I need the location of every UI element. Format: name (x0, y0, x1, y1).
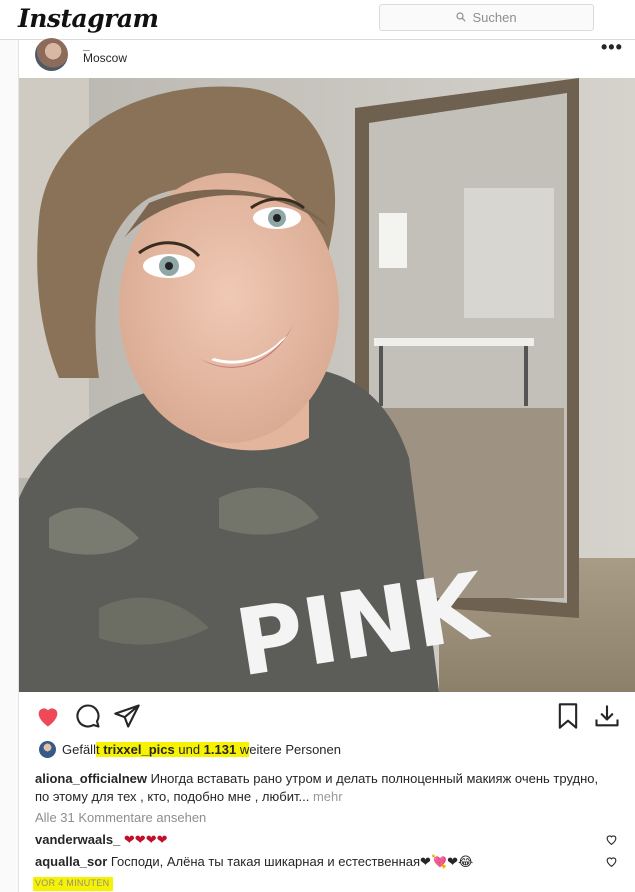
post-photo[interactable]: PINK (19, 78, 635, 692)
search-input[interactable]: Suchen (379, 4, 594, 31)
post-timestamp[interactable]: VOR 4 MINUTEN (33, 877, 114, 891)
comment-username[interactable]: vanderwaals_ (35, 832, 120, 847)
caption-username[interactable]: aliona_officialnew (35, 771, 147, 786)
comment-like-icon[interactable] (605, 855, 618, 868)
comment-row: aqualla_sor Господи, Алёна ты такая шика… (35, 854, 595, 870)
more-options-icon[interactable]: ••• (601, 37, 623, 58)
comment-username[interactable]: aqualla_sor (35, 854, 107, 869)
comment-icon[interactable] (74, 702, 102, 730)
search-placeholder: Suchen (472, 10, 517, 25)
top-navigation-bar: Instagram Suchen (0, 0, 635, 40)
likes-summary[interactable]: Gefäll t trixxel_pics und 1.131 w eitere P… (39, 740, 341, 758)
likes-highlight-t: t (95, 741, 104, 757)
likes-prefix: Gefäll (62, 741, 96, 757)
likes-count[interactable]: 1.131 (203, 741, 237, 757)
bookmark-icon[interactable] (554, 702, 582, 730)
post-username[interactable]: _ (83, 38, 90, 52)
view-all-comments-link[interactable]: Alle 31 Kommentare ansehen (35, 810, 206, 825)
comment-like-icon[interactable] (605, 833, 618, 846)
avatar[interactable] (35, 38, 68, 71)
likes-rest: eitere Personen (249, 741, 341, 757)
share-icon[interactable] (113, 702, 141, 730)
post-header: _ Moscow ••• (19, 37, 635, 78)
liker-avatar (39, 740, 56, 758)
post-actions (19, 700, 635, 732)
comment-text: Господи, Алёна ты такая шикарная и естес… (110, 854, 474, 869)
caption-more-link[interactable]: mehr (313, 789, 343, 804)
post-caption: aliona_officialnew Иногда вставать рано … (35, 770, 605, 806)
download-icon[interactable] (593, 702, 621, 730)
likes-w: w (236, 741, 250, 757)
liker-username[interactable]: trixxel_pics (103, 741, 175, 757)
instagram-logo[interactable]: Instagram (18, 4, 159, 33)
comment-text: ❤❤❤❤ (123, 832, 168, 847)
heart-icon[interactable] (34, 702, 62, 730)
likes-und: und (174, 741, 204, 757)
comment-row: vanderwaals_ ❤❤❤❤ (35, 832, 595, 848)
post-location[interactable]: Moscow (83, 51, 127, 65)
post-card: _ Moscow ••• PINK Gefäll t trixxel_pics … (18, 37, 635, 892)
search-icon (456, 10, 467, 25)
